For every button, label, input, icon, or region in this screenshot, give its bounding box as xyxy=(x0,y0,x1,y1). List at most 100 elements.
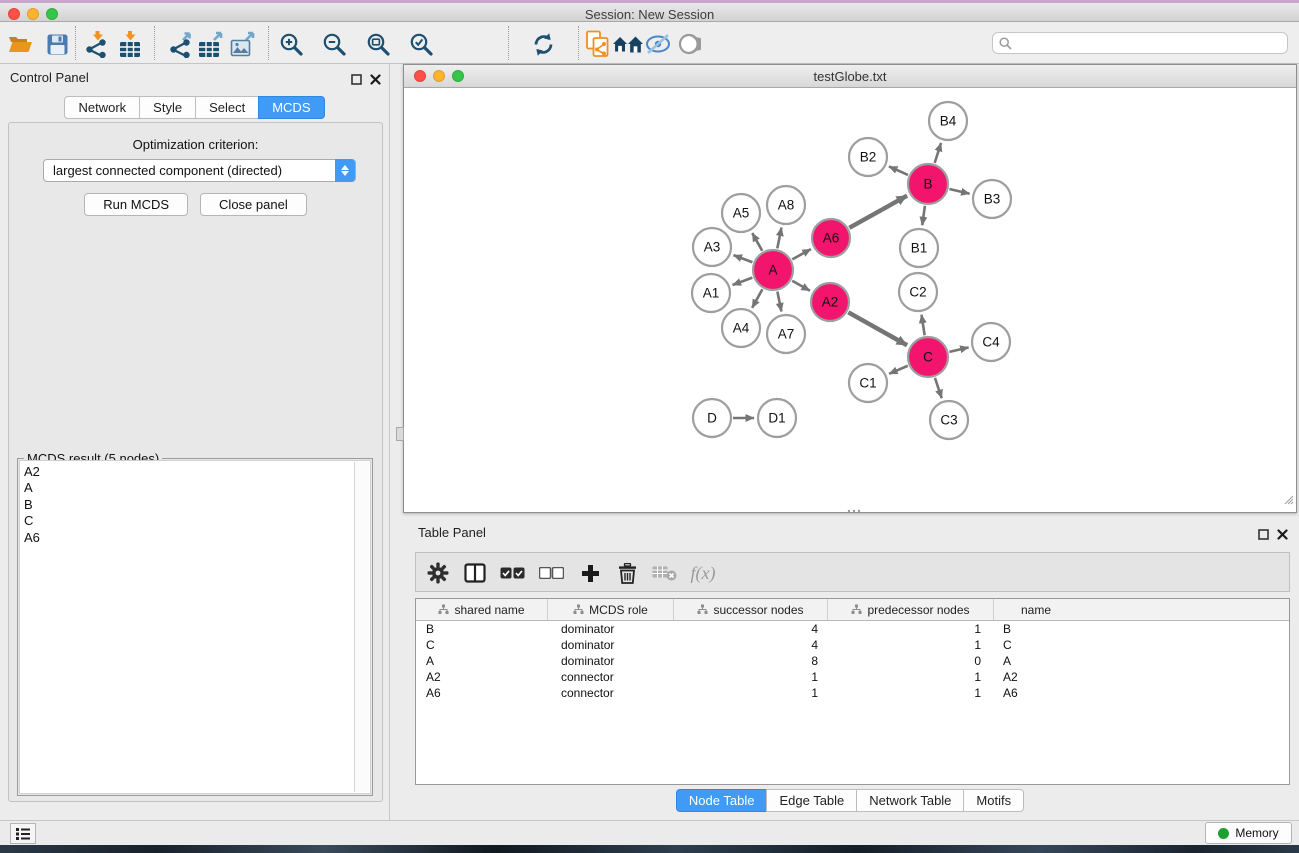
close-panel-icon[interactable] xyxy=(370,72,381,90)
graph-edge-A-A4[interactable] xyxy=(752,289,762,308)
table-row[interactable]: A2 connector 1 1 A2 xyxy=(416,669,1289,685)
search-input[interactable] xyxy=(1016,36,1281,50)
cell-name[interactable]: B xyxy=(994,621,1078,637)
graph-edge-A-A6[interactable] xyxy=(792,249,811,259)
network-canvas[interactable]: AA1A2A3A4A5A6A7A8BB1B2B3B4CC1C2C3C4DD1 xyxy=(405,89,1295,511)
cell-shared-name[interactable]: B xyxy=(416,621,548,637)
clone-network-icon[interactable] xyxy=(583,29,613,59)
import-network-icon[interactable] xyxy=(82,29,112,59)
cell-shared-name[interactable]: A xyxy=(416,653,548,669)
result-item[interactable]: A6 xyxy=(24,530,370,546)
show-panel-eye-icon[interactable] xyxy=(674,29,704,59)
optimization-criterion-select[interactable]: largest connected component (directed) xyxy=(43,159,356,182)
cell-shared-name[interactable]: A6 xyxy=(416,685,548,701)
cell-successor-nodes[interactable]: 1 xyxy=(674,669,828,685)
show-columns-icon[interactable] xyxy=(461,559,489,587)
search-field[interactable] xyxy=(992,32,1288,54)
network-window-titlebar[interactable]: testGlobe.txt xyxy=(404,65,1296,88)
memory-button[interactable]: Memory xyxy=(1205,822,1292,844)
hide-panel-eye-icon[interactable] xyxy=(643,29,673,59)
close-table-panel-icon[interactable] xyxy=(1277,527,1288,545)
cell-shared-name[interactable]: C xyxy=(416,637,548,653)
result-item[interactable]: A xyxy=(24,480,370,496)
result-scrollbar[interactable] xyxy=(354,462,369,792)
node-table[interactable]: shared name MCDS role successor nodes pr… xyxy=(415,598,1290,785)
graph-edge-A-A2[interactable] xyxy=(792,281,810,291)
tab-network-table[interactable]: Network Table xyxy=(856,789,964,812)
apply-layout-refresh-icon[interactable] xyxy=(528,29,558,59)
cell-predecessor-nodes[interactable]: 1 xyxy=(828,685,994,701)
mcds-result-list[interactable]: A2 A B C A6 xyxy=(19,460,371,794)
export-image-icon[interactable] xyxy=(228,29,258,59)
graph-edge-A-A7[interactable] xyxy=(777,292,781,312)
cell-mcds-role[interactable]: dominator xyxy=(548,621,674,637)
cell-name[interactable]: A xyxy=(994,653,1078,669)
add-column-icon[interactable] xyxy=(576,559,604,587)
cell-successor-nodes[interactable]: 4 xyxy=(674,621,828,637)
cell-mcds-role[interactable]: connector xyxy=(548,685,674,701)
graph-edge-A-A3[interactable] xyxy=(734,255,753,262)
tab-edge-table[interactable]: Edge Table xyxy=(766,789,857,812)
table-row[interactable]: A6 connector 1 1 A6 xyxy=(416,685,1289,701)
cell-mcds-role[interactable]: dominator xyxy=(548,653,674,669)
zoom-selected-icon[interactable] xyxy=(406,29,436,59)
home-pair-icon[interactable] xyxy=(613,29,643,59)
graph-edge-A-A1[interactable] xyxy=(733,278,753,285)
export-table-icon[interactable] xyxy=(196,29,226,59)
table-row[interactable]: B dominator 4 1 B xyxy=(416,621,1289,637)
cell-mcds-role[interactable]: connector xyxy=(548,669,674,685)
cell-mcds-role[interactable]: dominator xyxy=(548,637,674,653)
cell-predecessor-nodes[interactable]: 1 xyxy=(828,669,994,685)
table-row[interactable]: C dominator 4 1 C xyxy=(416,637,1289,653)
graph-edge-C-C4[interactable] xyxy=(949,347,968,352)
tab-select[interactable]: Select xyxy=(195,96,259,119)
function-builder-icon[interactable]: f(x) xyxy=(689,559,717,587)
graph-edge-A-A8[interactable] xyxy=(777,228,781,249)
graph-edge-B-B2[interactable] xyxy=(889,166,908,175)
cell-successor-nodes[interactable]: 8 xyxy=(674,653,828,669)
cell-predecessor-nodes[interactable]: 0 xyxy=(828,653,994,669)
cell-name[interactable]: A2 xyxy=(994,669,1078,685)
cell-predecessor-nodes[interactable]: 1 xyxy=(828,621,994,637)
splitter-handle[interactable] xyxy=(396,427,404,441)
graph-edge-C-C2[interactable] xyxy=(921,315,924,336)
tab-style[interactable]: Style xyxy=(139,96,196,119)
export-network-icon[interactable] xyxy=(166,29,196,59)
zoom-fit-icon[interactable] xyxy=(363,29,393,59)
resize-grip-icon[interactable] xyxy=(1281,492,1294,510)
zoom-in-icon[interactable] xyxy=(276,29,306,59)
table-settings-gear-icon[interactable] xyxy=(424,559,452,587)
network-graph[interactable]: AA1A2A3A4A5A6A7A8BB1B2B3B4CC1C2C3C4DD1 xyxy=(405,89,1297,513)
tab-motifs[interactable]: Motifs xyxy=(963,789,1024,812)
horizontal-splitter-grip[interactable] xyxy=(847,500,861,518)
run-mcds-button[interactable]: Run MCDS xyxy=(84,193,188,216)
graph-edge-C-C3[interactable] xyxy=(935,378,942,398)
tab-node-table[interactable]: Node Table xyxy=(676,789,768,812)
result-item[interactable]: B xyxy=(24,497,370,513)
column-header-mcds-role[interactable]: MCDS role xyxy=(548,599,674,620)
table-row[interactable]: A dominator 8 0 A xyxy=(416,653,1289,669)
cell-name[interactable]: C xyxy=(994,637,1078,653)
float-table-panel-icon[interactable] xyxy=(1258,527,1269,545)
column-header-successor-nodes[interactable]: successor nodes xyxy=(674,599,828,620)
zoom-out-icon[interactable] xyxy=(319,29,349,59)
tab-mcds[interactable]: MCDS xyxy=(258,96,324,119)
save-session-icon[interactable] xyxy=(42,29,72,59)
column-header-name[interactable]: name xyxy=(994,599,1078,620)
result-item[interactable]: A2 xyxy=(24,464,370,480)
open-file-icon[interactable] xyxy=(5,29,35,59)
graph-edge-A-A5[interactable] xyxy=(752,233,762,251)
graph-edge-B-B4[interactable] xyxy=(935,143,941,163)
column-header-predecessor-nodes[interactable]: predecessor nodes xyxy=(828,599,994,620)
graph-edge-B-B1[interactable] xyxy=(922,206,925,225)
tab-network[interactable]: Network xyxy=(64,96,140,119)
float-panel-icon[interactable] xyxy=(351,72,362,90)
graph-edge-A6-B[interactable] xyxy=(849,196,907,228)
graph-edge-B-B3[interactable] xyxy=(949,189,969,194)
graph-edge-A2-C[interactable] xyxy=(848,312,907,345)
result-item[interactable]: C xyxy=(24,513,370,529)
close-panel-button[interactable]: Close panel xyxy=(200,193,307,216)
deselect-all-columns-icon[interactable] xyxy=(537,559,565,587)
select-spinner-icon[interactable] xyxy=(335,159,355,182)
task-history-button[interactable] xyxy=(10,823,36,844)
